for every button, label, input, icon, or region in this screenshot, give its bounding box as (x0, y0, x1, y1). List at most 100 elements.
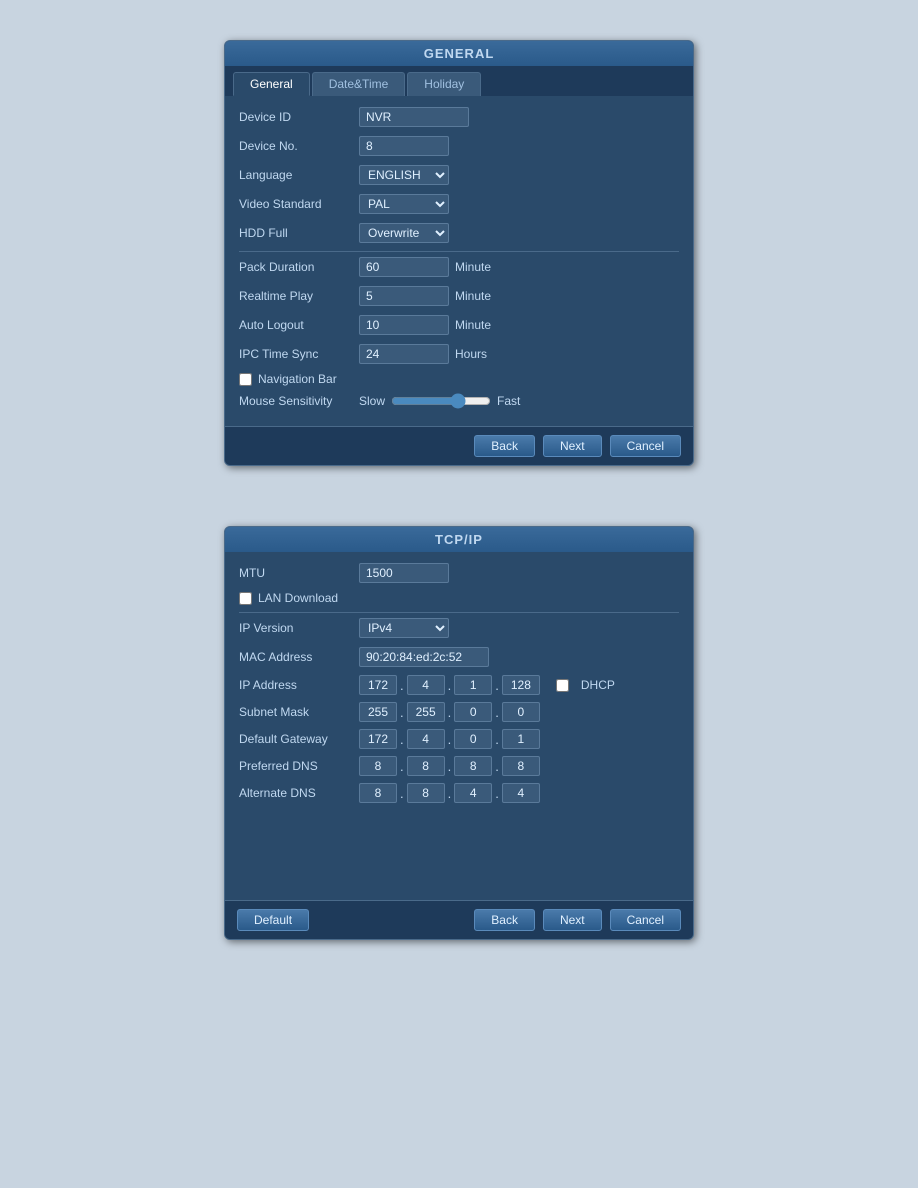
tcpip-dialog: TCP/IP MTU LAN Download IP Version (224, 526, 694, 940)
pack-duration-unit: Minute (455, 260, 491, 274)
lan-download-checkbox[interactable] (239, 592, 252, 605)
mouse-fast-label: Fast (497, 394, 520, 408)
device-id-label: Device ID (239, 110, 359, 124)
gw-oct1-input[interactable] (359, 729, 397, 749)
dns2-oct4-input[interactable] (502, 783, 540, 803)
mtu-row: MTU (239, 562, 679, 584)
subnet-mask-input-group: . . . (359, 702, 540, 722)
ipc-time-sync-row: IPC Time Sync Hours (239, 343, 679, 365)
sm-oct4-input[interactable] (502, 702, 540, 722)
sm-oct2-input[interactable] (407, 702, 445, 722)
alternate-dns-row: Alternate DNS . . . (239, 783, 679, 803)
ipc-time-sync-input[interactable] (359, 344, 449, 364)
navigation-bar-label: Navigation Bar (258, 372, 337, 386)
lan-download-label: LAN Download (258, 591, 338, 605)
device-id-input[interactable] (359, 107, 469, 127)
video-standard-row: Video Standard PAL (239, 193, 679, 215)
mtu-input[interactable] (359, 563, 449, 583)
tcpip-next-button[interactable]: Next (543, 909, 602, 931)
default-gateway-row: Default Gateway . . . (239, 729, 679, 749)
general-tabs: General Date&Time Holiday (225, 66, 693, 96)
tab-general[interactable]: General (233, 72, 310, 96)
realtime-play-label: Realtime Play (239, 289, 359, 303)
auto-logout-label: Auto Logout (239, 318, 359, 332)
tcpip-form-area: MTU LAN Download IP Version IPv4 (225, 552, 693, 900)
tcpip-dialog-wrapper: TCP/IP MTU LAN Download IP Version (224, 526, 694, 940)
mac-address-input[interactable] (359, 647, 489, 667)
ip-version-label: IP Version (239, 621, 359, 635)
preferred-dns-input-group: . . . (359, 756, 540, 776)
general-form-area: Device ID Device No. Language ENGLISH (225, 96, 693, 426)
realtime-play-input[interactable] (359, 286, 449, 306)
preferred-dns-label: Preferred DNS (239, 759, 359, 773)
mouse-slow-label: Slow (359, 394, 385, 408)
dns1-oct1-input[interactable] (359, 756, 397, 776)
dns2-oct2-input[interactable] (407, 783, 445, 803)
general-next-button[interactable]: Next (543, 435, 602, 457)
dns2-oct1-input[interactable] (359, 783, 397, 803)
dns1-oct3-input[interactable] (454, 756, 492, 776)
device-no-input[interactable] (359, 136, 449, 156)
tab-holiday[interactable]: Holiday (407, 72, 481, 96)
video-standard-select[interactable]: PAL (359, 194, 449, 214)
navigation-bar-row: Navigation Bar (239, 372, 679, 386)
auto-logout-input[interactable] (359, 315, 449, 335)
lan-download-row: LAN Download (239, 591, 679, 605)
subnet-mask-row: Subnet Mask . . . (239, 702, 679, 722)
gw-oct2-input[interactable] (407, 729, 445, 749)
general-dialog: GENERAL General Date&Time Holiday Device… (224, 40, 694, 466)
language-select[interactable]: ENGLISH (359, 165, 449, 185)
realtime-play-unit: Minute (455, 289, 491, 303)
auto-logout-unit: Minute (455, 318, 491, 332)
device-no-row: Device No. (239, 135, 679, 157)
general-cancel-button[interactable]: Cancel (610, 435, 681, 457)
mouse-sensitivity-row: Mouse Sensitivity Slow Fast (239, 393, 679, 409)
ip-oct3-input[interactable] (454, 675, 492, 695)
dns1-oct4-input[interactable] (502, 756, 540, 776)
ip-version-select[interactable]: IPv4 (359, 618, 449, 638)
sm-oct3-input[interactable] (454, 702, 492, 722)
tcpip-body: MTU LAN Download IP Version IPv4 (225, 552, 693, 900)
device-id-row: Device ID (239, 106, 679, 128)
general-dialog-wrapper: GENERAL General Date&Time Holiday Device… (224, 40, 694, 466)
hdd-full-row: HDD Full Overwrite (239, 222, 679, 244)
dhcp-label: DHCP (581, 678, 615, 692)
ip-oct4-input[interactable] (502, 675, 540, 695)
ip-address-input-group: . . . (359, 675, 540, 695)
hdd-full-label: HDD Full (239, 226, 359, 240)
ip-address-row: IP Address . . . DHCP (239, 675, 679, 695)
dns2-oct3-input[interactable] (454, 783, 492, 803)
gw-oct4-input[interactable] (502, 729, 540, 749)
tcpip-default-button[interactable]: Default (237, 909, 309, 931)
ipc-time-sync-unit: Hours (455, 347, 487, 361)
pack-duration-input[interactable] (359, 257, 449, 277)
dns1-oct2-input[interactable] (407, 756, 445, 776)
ip-oct2-input[interactable] (407, 675, 445, 695)
mouse-sensitivity-slider[interactable] (391, 393, 491, 409)
mtu-label: MTU (239, 566, 359, 580)
mac-address-row: MAC Address (239, 646, 679, 668)
language-row: Language ENGLISH (239, 164, 679, 186)
hdd-full-select[interactable]: Overwrite (359, 223, 449, 243)
tcpip-back-button[interactable]: Back (474, 909, 535, 931)
general-back-button[interactable]: Back (474, 435, 535, 457)
language-label: Language (239, 168, 359, 182)
tcpip-title: TCP/IP (225, 527, 693, 552)
navigation-bar-checkbox[interactable] (239, 373, 252, 386)
mac-address-label: MAC Address (239, 650, 359, 664)
general-footer: Back Next Cancel (225, 426, 693, 465)
ipc-time-sync-label: IPC Time Sync (239, 347, 359, 361)
tcpip-cancel-button[interactable]: Cancel (610, 909, 681, 931)
alternate-dns-input-group: . . . (359, 783, 540, 803)
ip-oct1-input[interactable] (359, 675, 397, 695)
dhcp-checkbox[interactable] (556, 679, 569, 692)
general-body: General Date&Time Holiday Device ID Devi… (225, 66, 693, 426)
realtime-play-row: Realtime Play Minute (239, 285, 679, 307)
tab-datetime[interactable]: Date&Time (312, 72, 406, 96)
pack-duration-label: Pack Duration (239, 260, 359, 274)
preferred-dns-row: Preferred DNS . . . (239, 756, 679, 776)
gw-oct3-input[interactable] (454, 729, 492, 749)
general-title: GENERAL (225, 41, 693, 66)
sm-oct1-input[interactable] (359, 702, 397, 722)
mouse-sensitivity-label: Mouse Sensitivity (239, 394, 359, 408)
